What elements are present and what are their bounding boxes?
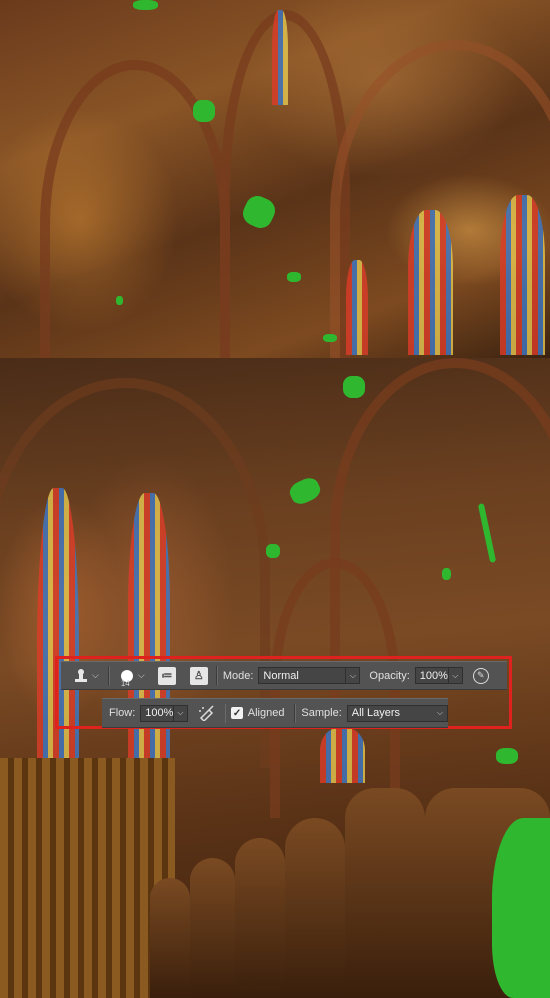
sample-select[interactable]: All Layers ⌵ (346, 704, 448, 722)
flow-label: Flow: (109, 707, 136, 719)
mode-dropdown-button[interactable]: ⌵ (346, 667, 361, 684)
aligned-checkbox[interactable]: ✓ (231, 707, 243, 719)
stained-glass-window (272, 10, 288, 105)
stamp-panel-icon: ♙ (189, 666, 208, 685)
flow-dropdown-button[interactable]: ⌵ (174, 704, 188, 722)
paint-mark (496, 748, 518, 764)
chevron-down-icon: ⌵ (349, 670, 356, 680)
opacity-input[interactable]: 100% (414, 667, 449, 684)
paint-mark (286, 474, 324, 508)
paint-mark (442, 568, 451, 580)
paint-mark (343, 376, 365, 398)
pew (190, 858, 235, 998)
clone-source-panel-button[interactable]: ≔ (157, 662, 176, 689)
sample-label: Sample: (301, 707, 342, 719)
paint-mark (492, 818, 550, 998)
clone-source-icon: ≔ (157, 666, 176, 685)
aligned-label: Aligned (247, 707, 285, 719)
stained-glass-window (408, 210, 453, 355)
opacity-dropdown-button[interactable]: ⌵ (448, 667, 463, 684)
mode-label: Mode: (222, 669, 254, 682)
flow-input[interactable]: 100% (140, 704, 175, 722)
brush-preset-picker[interactable]: 14 ⌵ (115, 662, 151, 689)
chevron-down-icon: ⌵ (137, 670, 145, 680)
pew (150, 878, 190, 998)
airbrush-icon (198, 705, 216, 721)
clone-stamp-icon (73, 668, 89, 684)
options-bar-row-1: ⌵ 14 ⌵ ≔ ♙ Mode: Normal ⌵ Opacity: 100% … (61, 661, 507, 690)
tool-preset-picker[interactable]: ⌵ (73, 662, 99, 689)
opacity-label: Opacity: (369, 669, 410, 682)
toggle-brush-panel-button[interactable]: ♙ (189, 662, 208, 689)
church-photo-top (0, 0, 550, 358)
divider (294, 703, 297, 723)
chevron-down-icon: ⌵ (92, 670, 99, 680)
stained-glass-window (320, 728, 365, 783)
pew (235, 838, 285, 998)
sample-value: All Layers (351, 707, 401, 719)
paint-mark (193, 100, 215, 122)
chevron-down-icon: ⌵ (452, 670, 459, 680)
paint-mark (116, 296, 123, 305)
paint-mark (287, 272, 301, 282)
divider (224, 703, 227, 723)
mode-select[interactable]: Normal (258, 667, 347, 684)
chevron-down-icon: ⌵ (177, 708, 184, 717)
chevron-down-icon: ⌵ (436, 708, 443, 717)
stained-glass-window (346, 260, 368, 355)
pew (285, 818, 345, 998)
airbrush-button[interactable] (198, 699, 216, 727)
stained-glass-window (500, 195, 545, 355)
pew (345, 788, 425, 998)
brush-size-value: 14 (120, 679, 130, 688)
stained-glass-window (128, 493, 170, 778)
options-bar-row-2: Flow: 100% ⌵ ✓ Aligned Sample: All Layer… (102, 698, 448, 728)
divider (107, 666, 110, 685)
paint-mark (133, 0, 158, 10)
altar (0, 758, 175, 998)
pressure-opacity-button[interactable]: ✎ (472, 662, 489, 689)
pen-pressure-icon: ✎ (472, 667, 489, 684)
paint-mark (266, 544, 280, 558)
divider (215, 666, 218, 685)
paint-mark (323, 334, 337, 342)
